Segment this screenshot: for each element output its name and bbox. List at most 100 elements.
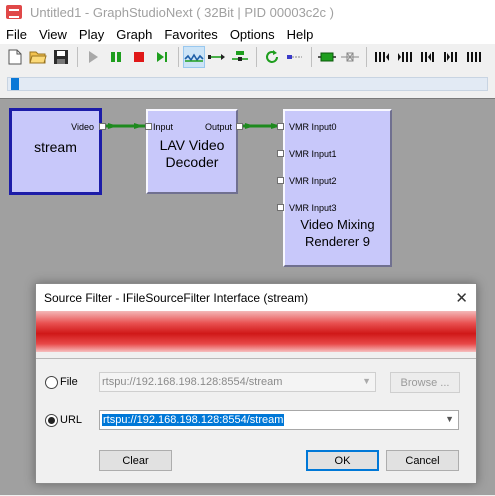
play-button[interactable] [82, 46, 104, 68]
dialog-banner [36, 311, 476, 352]
window-title: Untitled1 - GraphStudioNext ( 32Bit | PI… [30, 4, 334, 20]
cancel-button[interactable]: Cancel [386, 450, 459, 471]
output-pin[interactable] [236, 123, 243, 130]
remove-filter-icon [341, 52, 359, 62]
file-path-combo: rtspu://192.168.198.128:8554/stream ▼ [99, 372, 376, 392]
seek-track[interactable] [7, 77, 488, 91]
ok-button[interactable]: OK [306, 450, 379, 471]
dialog-title-bar: Source Filter - IFileSourceFilter Interf… [36, 284, 476, 311]
source-filter-dialog: Source Filter - IFileSourceFilter Interf… [35, 283, 477, 484]
filter-video-mixing-renderer[interactable]: VMR Input0 VMR Input1 VMR Input2 VMR Inp… [283, 109, 392, 267]
bars-up-icon [421, 52, 434, 62]
vmr-input2-pin[interactable] [277, 177, 284, 184]
url-radio-label[interactable]: URL [60, 414, 82, 426]
new-file-icon [8, 49, 22, 65]
file-path-value: rtspu://192.168.198.128:8554/stream [102, 376, 283, 388]
menu-play[interactable]: Play [73, 27, 110, 42]
remove-filter-button[interactable] [339, 46, 361, 68]
menu-view[interactable]: View [33, 27, 73, 42]
connect-button[interactable] [206, 46, 228, 68]
pin-button[interactable] [284, 46, 306, 68]
save-button[interactable] [50, 46, 72, 68]
insert-filter-button[interactable] [229, 46, 251, 68]
close-icon[interactable]: ✕ [455, 289, 468, 307]
toolbar-separator [77, 47, 78, 67]
menu-file[interactable]: File [0, 27, 33, 42]
refresh-button[interactable] [261, 46, 283, 68]
url-radio[interactable] [45, 414, 58, 427]
refresh-icon [266, 50, 278, 63]
bars-grid-icon [467, 52, 481, 62]
toolbar [0, 44, 495, 70]
pin-node-icon [287, 55, 302, 59]
pause-button[interactable] [105, 46, 127, 68]
chevron-down-icon[interactable]: ▼ [445, 414, 454, 424]
filter-stream[interactable]: Video stream [9, 108, 102, 195]
menu-favorites[interactable]: Favorites [158, 27, 223, 42]
add-filter-button[interactable] [316, 46, 338, 68]
connection-source-decoder[interactable] [101, 123, 146, 129]
menu-help[interactable]: Help [281, 27, 320, 42]
connect-arrow-icon [208, 54, 225, 60]
toolbar-separator [311, 47, 312, 67]
layout-right-button[interactable] [394, 46, 416, 68]
vmr-input1-label: VMR Input1 [289, 149, 337, 159]
vmr-input0-pin[interactable] [277, 123, 284, 130]
insert-filter-icon [232, 51, 248, 61]
bars-down-icon [444, 52, 457, 62]
input-pin-label: Input [153, 122, 174, 132]
output-pin-label: Output [204, 122, 232, 132]
output-pin[interactable] [99, 123, 106, 130]
toolbar-separator [256, 47, 257, 67]
seek-mode-button[interactable] [183, 46, 205, 68]
layout-left-button[interactable] [371, 46, 393, 68]
layout-grid-button[interactable] [463, 46, 485, 68]
bars-left-icon [375, 52, 389, 62]
url-value: rtspu://192.168.198.128:8554/stream [102, 414, 285, 426]
divider [36, 358, 476, 359]
waveform-icon [184, 53, 204, 62]
pause-icon [111, 52, 121, 62]
bars-right-icon [398, 52, 412, 62]
vmr-input1-pin[interactable] [277, 150, 284, 157]
filter-name-line1: LAV Video [159, 137, 225, 153]
layout-up-button[interactable] [417, 46, 439, 68]
vmr-input3-label: VMR Input3 [289, 203, 337, 213]
dialog-title: Source Filter - IFileSourceFilter Interf… [44, 290, 309, 305]
chevron-down-icon: ▼ [362, 376, 371, 386]
new-file-button[interactable] [4, 46, 26, 68]
file-radio[interactable] [45, 376, 58, 389]
step-frame-button[interactable] [151, 46, 173, 68]
menu-options[interactable]: Options [224, 27, 281, 42]
stop-icon [134, 52, 144, 62]
output-pin-label: Video [71, 122, 94, 132]
toolbar-separator [366, 47, 367, 67]
open-file-button[interactable] [27, 46, 49, 68]
stop-button[interactable] [128, 46, 150, 68]
filter-name-line2: Decoder [165, 154, 219, 170]
clear-button[interactable]: Clear [99, 450, 172, 471]
filter-name: stream [34, 139, 77, 155]
step-frame-icon [157, 52, 167, 62]
save-icon [54, 50, 68, 64]
filter-name-line1: Video Mixing [300, 217, 375, 232]
filter-name-line2: Renderer 9 [304, 234, 371, 249]
url-input[interactable]: rtspu://192.168.198.128:8554/stream ▼ [99, 410, 459, 430]
menu-graph[interactable]: Graph [110, 27, 158, 42]
menu-bar: File View Play Graph Favorites Options H… [0, 24, 495, 44]
vmr-input3-pin[interactable] [277, 204, 284, 211]
filter-lav-video-decoder[interactable]: Input Output LAV Video Decoder [146, 109, 238, 194]
browse-button: Browse ... [390, 372, 460, 393]
play-icon [89, 51, 98, 63]
seek-bar [0, 72, 495, 98]
file-radio-label[interactable]: File [60, 376, 78, 388]
layout-down-button[interactable] [440, 46, 462, 68]
app-icon [6, 5, 22, 19]
filter-block-icon [318, 52, 336, 62]
toolbar-separator [178, 47, 179, 67]
seek-thumb[interactable] [11, 78, 19, 90]
input-pin[interactable] [145, 123, 152, 130]
title-bar: Untitled1 - GraphStudioNext ( 32Bit | PI… [0, 0, 495, 24]
vmr-input2-label: VMR Input2 [289, 176, 337, 186]
vmr-input0-label: VMR Input0 [289, 122, 337, 132]
